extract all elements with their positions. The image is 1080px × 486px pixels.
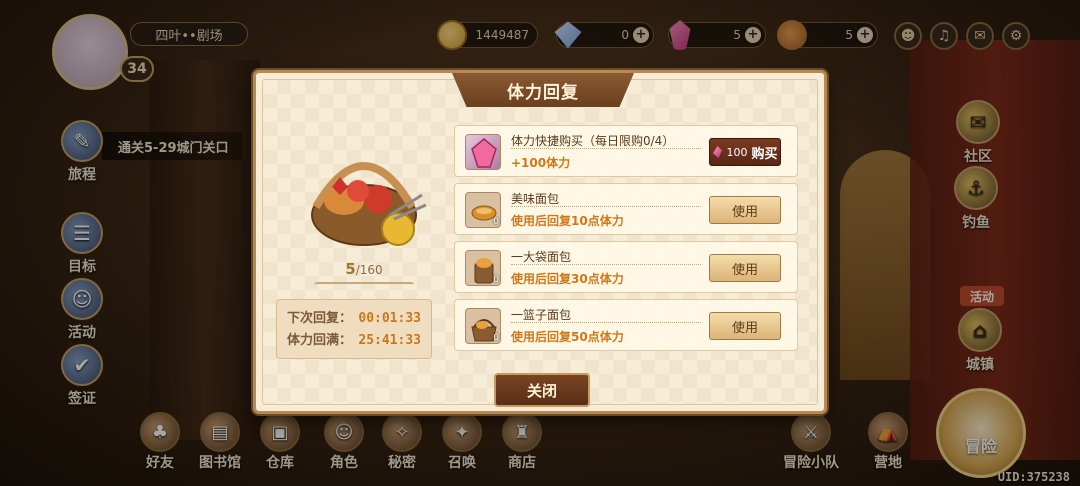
recovery-timers: 下次回复： 00:01:33 体力回满： 25:41:33 bbox=[276, 299, 432, 359]
item-desc: 使用后回复10点体力 bbox=[511, 214, 624, 228]
bread-bag-icon: 0 bbox=[465, 250, 501, 286]
close-button[interactable]: 关闭 bbox=[494, 373, 590, 407]
next-recovery-label: 下次回复： bbox=[287, 311, 353, 326]
item-desc: 使用后回复50点体力 bbox=[511, 330, 624, 344]
item-name: 一篮子面包 bbox=[511, 308, 572, 322]
use-tasty-bread-button[interactable]: 使用 bbox=[709, 196, 781, 224]
item-desc: 使用后回复30点体力 bbox=[511, 272, 624, 286]
next-recovery-time: 00:01:33 bbox=[358, 311, 421, 326]
food-basket-image bbox=[311, 162, 427, 246]
crystal-icon bbox=[712, 146, 722, 158]
use-bag-of-bread-button[interactable]: 使用 bbox=[709, 254, 781, 282]
buy-stamina-button[interactable]: 100 购买 bbox=[709, 138, 781, 166]
full-recovery-time: 25:41:33 bbox=[358, 333, 421, 348]
full-recovery-label: 体力回满： bbox=[287, 333, 353, 348]
divider bbox=[511, 206, 701, 207]
stamina-current: 5 bbox=[345, 260, 356, 278]
item-basket-of-bread: 0 一篮子面包 使用后回复50点体力 使用 bbox=[454, 299, 798, 351]
stamina-ornament bbox=[314, 282, 414, 288]
dialog-title: 体力回复 bbox=[452, 73, 634, 107]
stamina-counter: 5/160 bbox=[294, 259, 434, 288]
item-count: 0 bbox=[493, 333, 499, 343]
item-bag-of-bread: 0 一大袋面包 使用后回复30点体力 使用 bbox=[454, 241, 798, 293]
item-count: 0 bbox=[493, 217, 499, 227]
divider bbox=[511, 322, 701, 323]
crystal-icon bbox=[465, 134, 501, 170]
use-basket-of-bread-button[interactable]: 使用 bbox=[709, 312, 781, 340]
item-quick-buy: 体力快捷购买（每日限购0/4） +100体力 100 购买 bbox=[454, 125, 798, 177]
item-name: 一大袋面包 bbox=[511, 250, 572, 264]
item-desc: +100体力 bbox=[511, 156, 571, 170]
divider bbox=[511, 148, 701, 149]
item-name: 美味面包 bbox=[511, 192, 560, 206]
buy-label: 购买 bbox=[751, 146, 778, 162]
stamina-max: /160 bbox=[355, 263, 383, 277]
buy-price: 100 bbox=[726, 145, 748, 159]
divider bbox=[511, 264, 701, 265]
stamina-recovery-dialog: 体力回复 5/160 下次回复： 00:01:33 体力回满： 25:41:33… bbox=[253, 70, 827, 414]
timer-row-next: 下次回复： 00:01:33 bbox=[287, 308, 421, 330]
item-count: 0 bbox=[493, 275, 499, 285]
item-tasty-bread: 0 美味面包 使用后回复10点体力 使用 bbox=[454, 183, 798, 235]
item-name: 体力快捷购买（每日限购0/4） bbox=[511, 134, 675, 148]
timer-row-full: 体力回满： 25:41:33 bbox=[287, 330, 421, 352]
bread-icon: 0 bbox=[465, 192, 501, 228]
bread-basket-icon: 0 bbox=[465, 308, 501, 344]
